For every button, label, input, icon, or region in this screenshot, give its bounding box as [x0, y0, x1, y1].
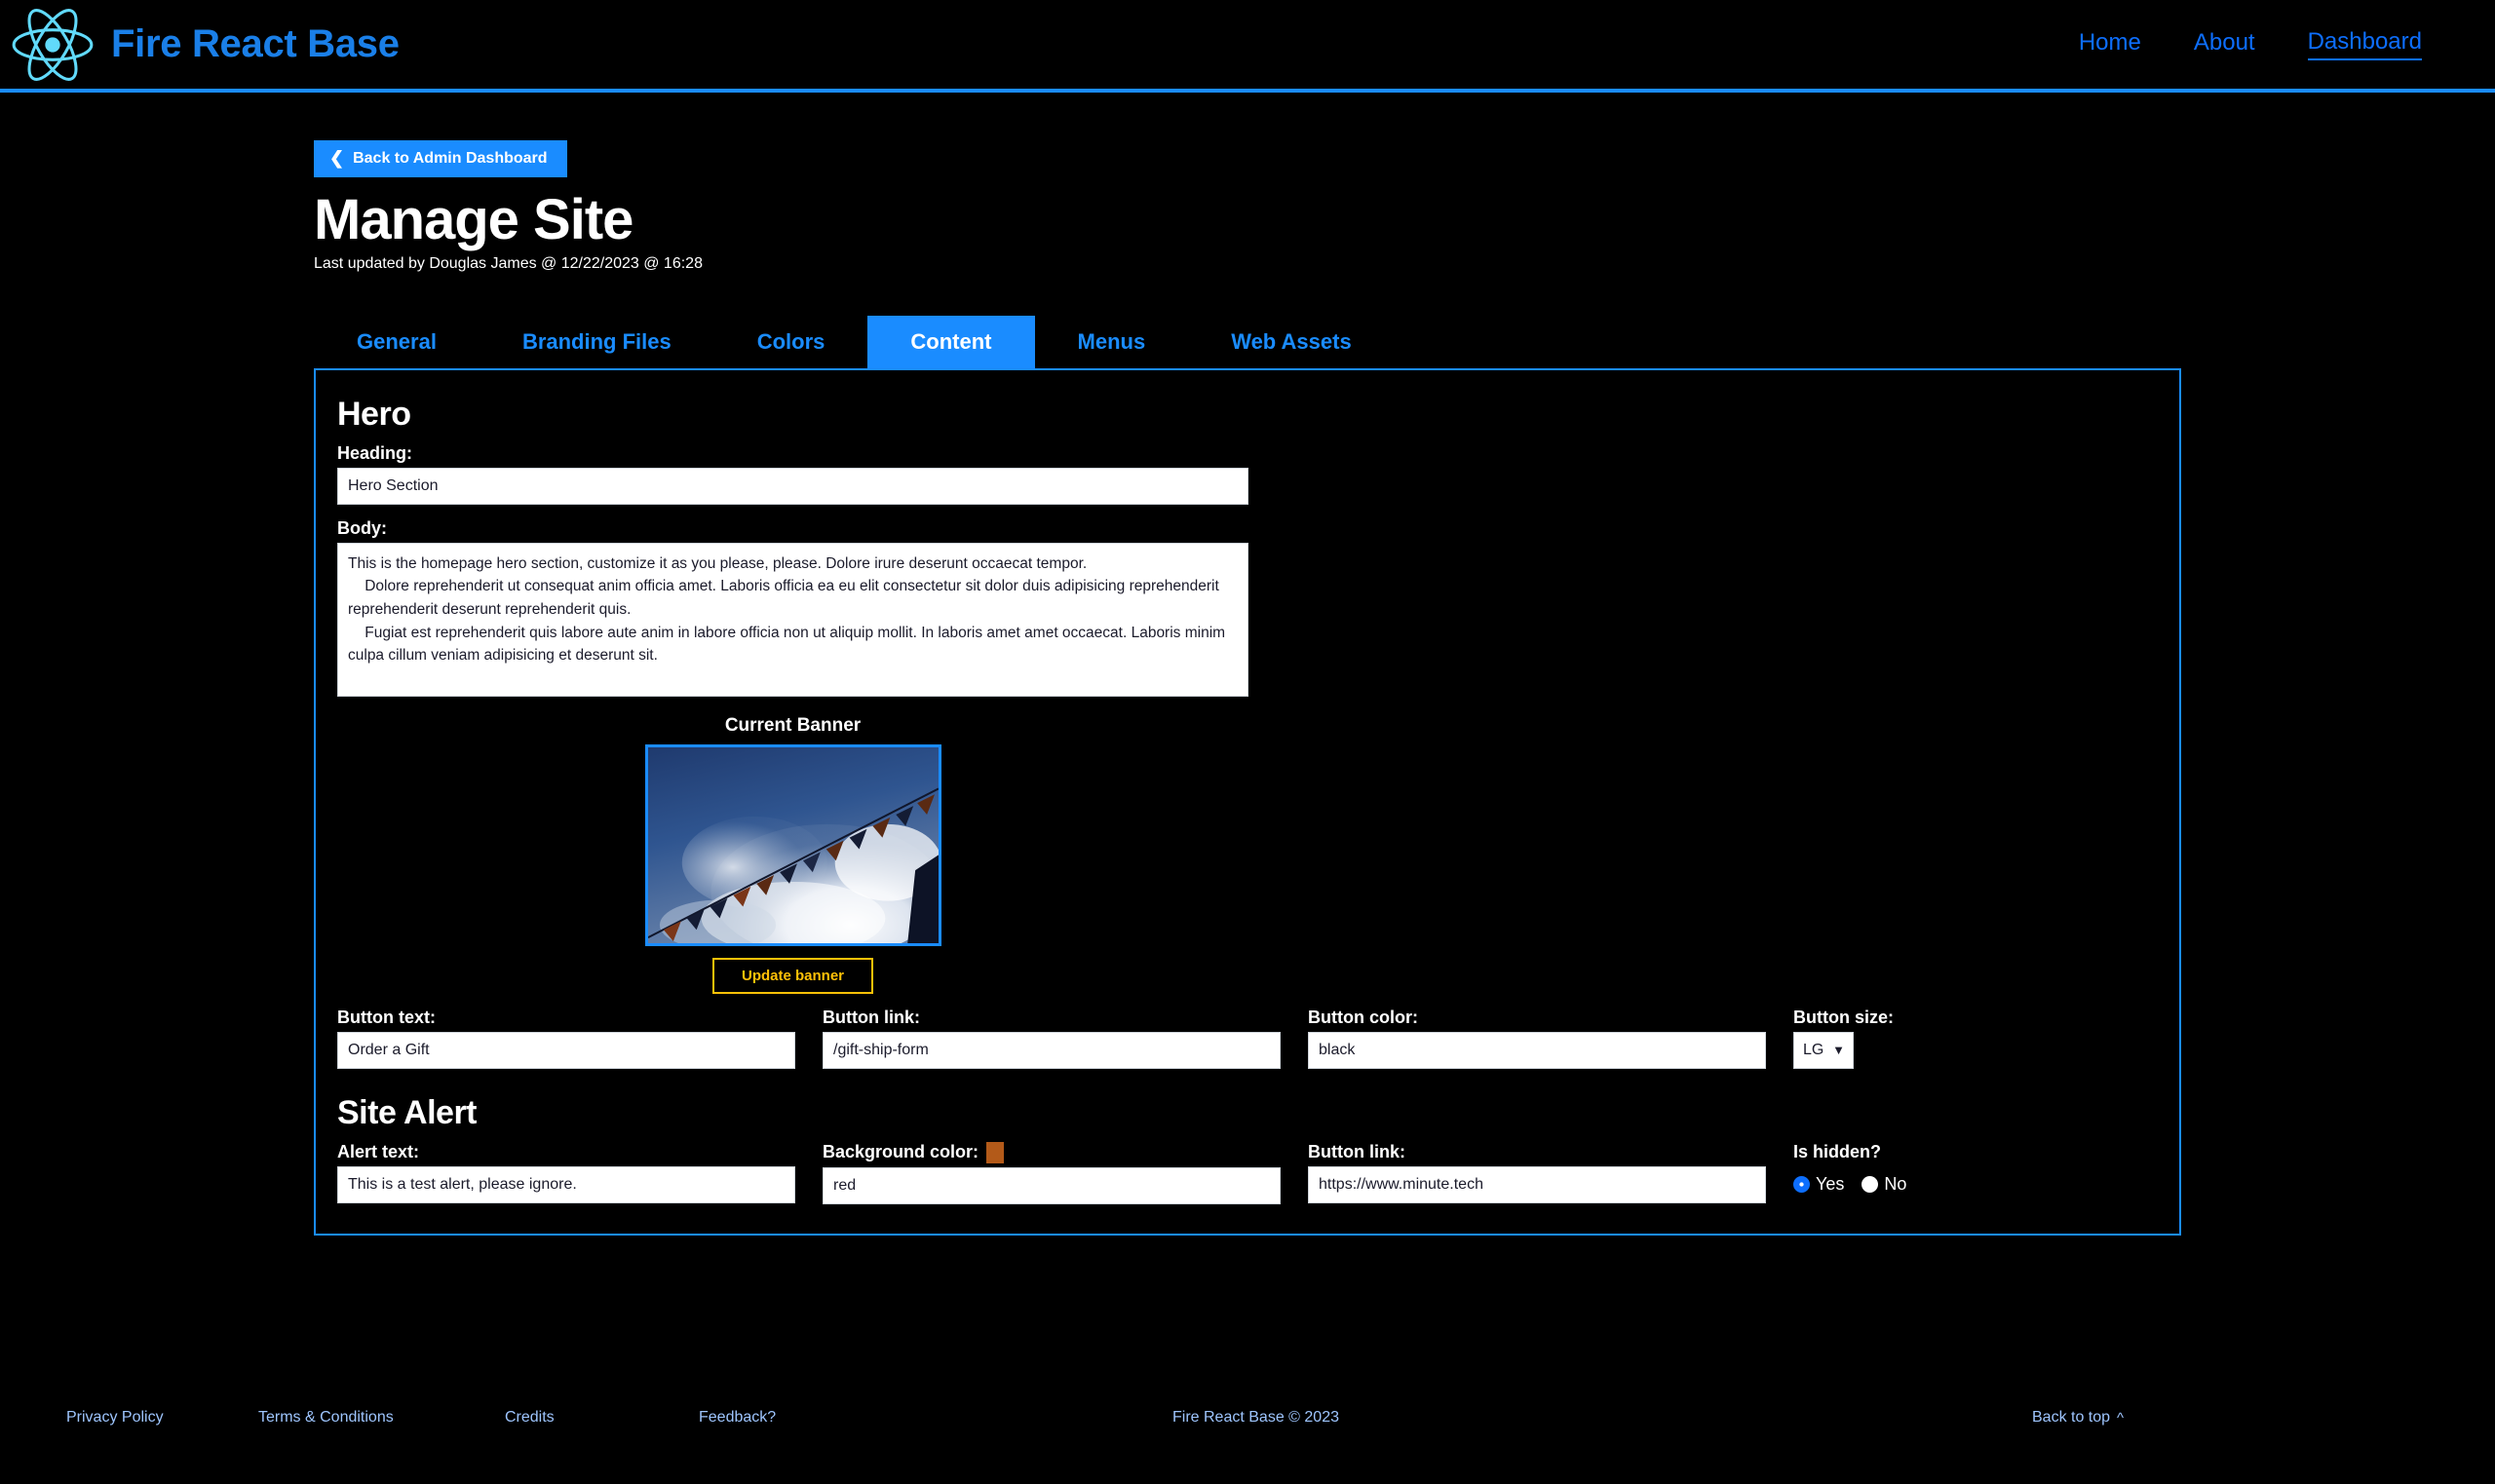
radio-is-hidden-no-label: No	[1884, 1174, 1907, 1195]
hero-button-size-field: Button size: LG ▼	[1793, 1008, 2086, 1069]
tab-menus[interactable]: Menus	[1035, 316, 1189, 368]
hero-button-color-label: Button color:	[1308, 1007, 1418, 1027]
page-subtitle: Last updated by Douglas James @ 12/22/20…	[314, 254, 703, 272]
hero-button-size-label: Button size:	[1793, 1007, 1894, 1027]
react-atom-icon	[8, 4, 97, 86]
site-header: Fire React Base Home About Dashboard	[0, 0, 2495, 93]
alert-background-color-label: Background color:	[823, 1141, 1281, 1163]
alert-text-input[interactable]	[337, 1165, 795, 1203]
hero-button-color-input[interactable]	[1308, 1031, 1766, 1069]
hero-button-size-select[interactable]: LG	[1793, 1031, 1854, 1069]
back-button-label: Back to Admin Dashboard	[353, 150, 548, 167]
hero-body-field: Body: This is the homepage hero section,…	[337, 518, 1248, 702]
hero-button-link-label: Button link:	[823, 1007, 920, 1027]
tab-branding-files[interactable]: Branding Files	[480, 316, 714, 368]
radio-is-hidden-yes[interactable]	[1793, 1176, 1810, 1194]
chevron-up-icon: ^	[2117, 1409, 2125, 1427]
current-banner-caption: Current Banner	[724, 714, 862, 736]
update-banner-button[interactable]: Update banner	[711, 957, 873, 994]
footer-link-terms-conditions[interactable]: Terms & Conditions	[258, 1409, 394, 1427]
alert-is-hidden-label: Is hidden?	[1793, 1141, 1881, 1161]
alert-is-hidden-radio-group: Yes No	[1793, 1166, 2086, 1203]
brand-name: Fire React Base	[111, 22, 400, 65]
color-swatch-icon	[986, 1141, 1005, 1163]
current-banner-area: Current Banner Update banner	[337, 715, 1248, 994]
footer-link-feedback[interactable]: Feedback?	[699, 1409, 776, 1427]
footer-inner: Privacy Policy Terms & Conditions Credit…	[0, 1357, 2495, 1484]
nav-link-dashboard[interactable]: Dashboard	[2307, 28, 2422, 60]
footer-link-credits[interactable]: Credits	[505, 1409, 555, 1427]
hero-button-link-input[interactable]	[823, 1031, 1281, 1069]
main-nav: Home About Dashboard	[2079, 28, 2456, 60]
hero-button-text-input[interactable]	[337, 1031, 795, 1069]
radio-is-hidden-no[interactable]	[1862, 1176, 1879, 1194]
alert-background-color-label-text: Background color:	[823, 1142, 979, 1162]
alert-background-color-field: Background color:	[823, 1141, 1281, 1204]
alert-text-field: Alert text:	[337, 1142, 795, 1204]
footer-copyright: Fire React Base © 2023	[1172, 1409, 1339, 1427]
back-to-admin-dashboard-button[interactable]: ❮ Back to Admin Dashboard	[314, 140, 567, 177]
hero-body-label: Body:	[337, 517, 387, 538]
hero-button-text-field: Button text:	[337, 1008, 795, 1069]
hero-section-title: Hero	[337, 395, 411, 433]
hero-button-fields-row: Button text: Button link: Button color: …	[337, 1008, 2158, 1069]
hero-heading-field: Heading:	[337, 443, 1248, 505]
site-footer: Privacy Policy Terms & Conditions Credit…	[0, 1357, 2495, 1484]
tab-content[interactable]: Content	[867, 315, 1035, 368]
brand-logo-link[interactable]: Fire React Base	[8, 4, 400, 86]
nav-link-home[interactable]: Home	[2079, 29, 2141, 59]
tab-general[interactable]: General	[314, 316, 480, 368]
hero-button-color-field: Button color:	[1308, 1008, 1766, 1069]
hero-heading-input[interactable]	[337, 467, 1248, 505]
site-alert-section-title: Site Alert	[337, 1093, 478, 1131]
current-banner-image	[644, 743, 941, 946]
hero-button-size-select-wrap: LG ▼	[1793, 1031, 1854, 1069]
hero-heading-label: Heading:	[337, 442, 413, 463]
chevron-left-icon: ❮	[329, 148, 345, 168]
alert-button-link-input[interactable]	[1308, 1165, 1766, 1203]
alert-is-hidden-field: Is hidden? Yes No	[1793, 1142, 2086, 1204]
alert-button-link-field: Button link:	[1308, 1142, 1766, 1204]
hero-button-link-field: Button link:	[823, 1008, 1281, 1069]
content-column: ❮ Back to Admin Dashboard Manage Site La…	[314, 93, 2181, 1236]
hero-button-text-label: Button text:	[337, 1007, 436, 1027]
radio-is-hidden-yes-label: Yes	[1816, 1174, 1845, 1195]
hero-body-textarea[interactable]: This is the homepage hero section, custo…	[337, 542, 1248, 697]
alert-text-label: Alert text:	[337, 1141, 420, 1161]
page-title: Manage Site	[314, 188, 633, 251]
alert-background-color-input[interactable]	[823, 1166, 1281, 1204]
footer-link-privacy-policy[interactable]: Privacy Policy	[66, 1409, 164, 1427]
content-tab-panel: Hero Heading: Body: This is the homepage…	[314, 367, 2181, 1236]
site-alert-fields-row: Alert text: Background color: Button lin…	[337, 1141, 2158, 1204]
back-to-top-label: Back to top	[2032, 1409, 2111, 1427]
back-to-top-link[interactable]: Back to top ^	[2032, 1409, 2124, 1427]
alert-button-link-label: Button link:	[1308, 1141, 1405, 1161]
page-wrap: ❮ Back to Admin Dashboard Manage Site La…	[0, 93, 2495, 1236]
tab-colors[interactable]: Colors	[714, 316, 868, 368]
settings-tabs: General Branding Files Colors Content Me…	[314, 315, 2181, 368]
tab-web-assets[interactable]: Web Assets	[1188, 316, 1395, 368]
nav-link-about[interactable]: About	[2194, 29, 2255, 59]
